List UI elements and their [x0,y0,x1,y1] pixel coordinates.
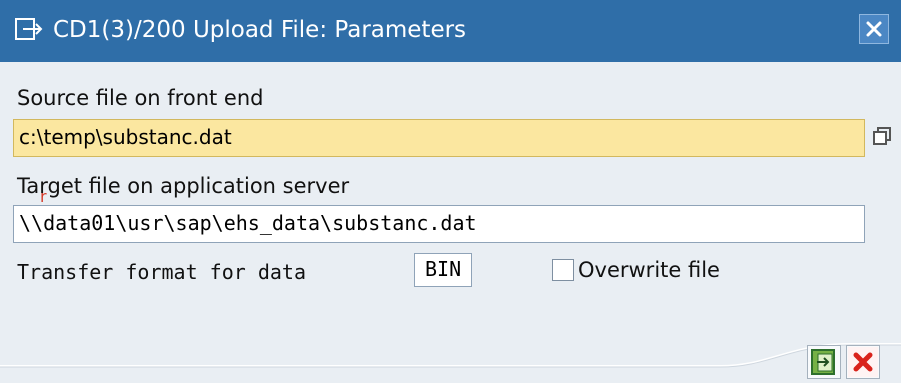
overwrite-checkbox[interactable] [552,259,574,281]
transfer-format-label: Transfer format for data [17,260,306,284]
target-file-input[interactable]: \\data01\usr\sap\ehs_data\substanc.dat [13,205,865,243]
close-icon [860,21,888,47]
close-button[interactable] [859,14,889,44]
field-marker-icon: r [40,187,47,206]
cancel-icon [847,347,879,382]
title-bar: CD1(3)/200 Upload File: Parameters [0,0,901,62]
dialog-icon [14,15,44,45]
overwrite-label: Overwrite file [578,258,720,282]
source-file-input[interactable]: c:\temp\substanc.dat [13,119,865,157]
target-file-label: Target file on application server [17,174,350,198]
source-file-label: Source file on front end [17,86,264,110]
transfer-format-input[interactable]: BIN [414,253,472,287]
footer-separator-icon [0,343,901,368]
copy-icon[interactable] [870,125,894,149]
cancel-button[interactable] [846,345,880,379]
window-title: CD1(3)/200 Upload File: Parameters [53,17,467,43]
continue-icon [808,349,840,382]
continue-button[interactable] [807,345,841,379]
dialog-content: Source file on front end c:\temp\substan… [0,62,901,383]
upload-dialog: CD1(3)/200 Upload File: Parameters Sourc… [0,0,901,383]
